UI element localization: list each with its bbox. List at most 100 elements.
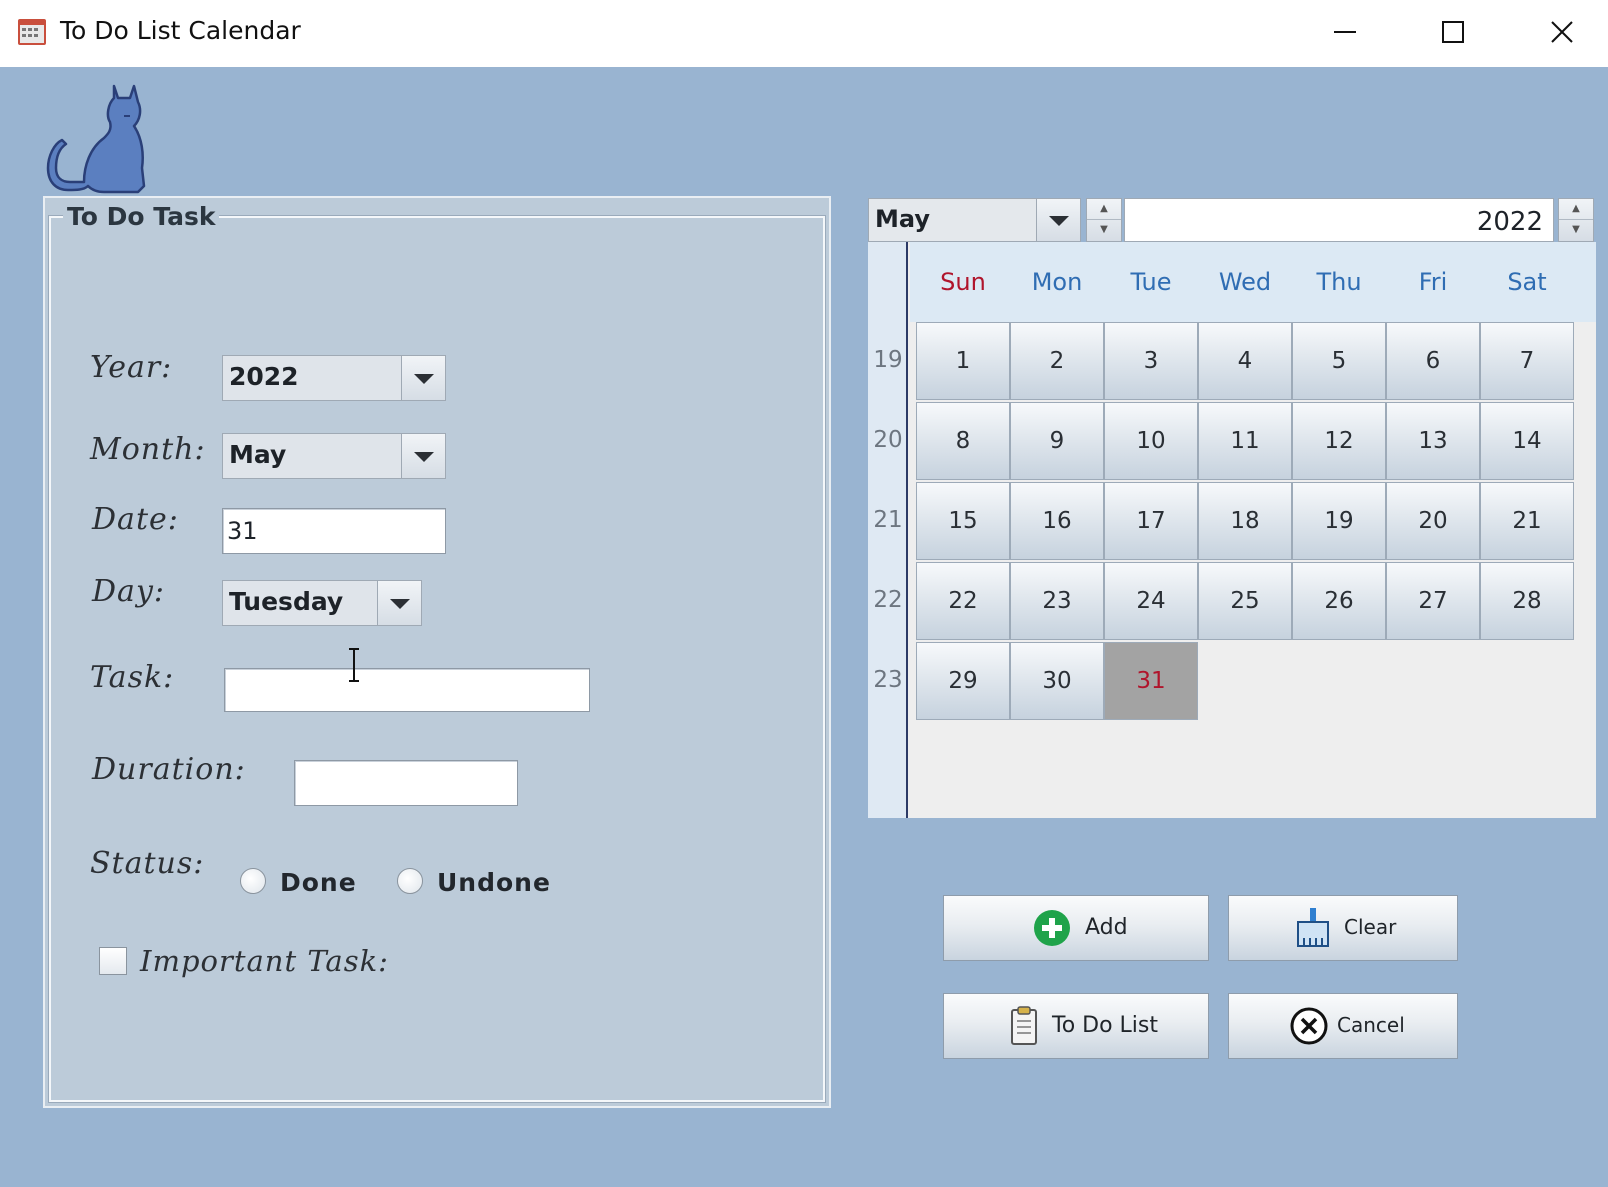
task-panel-title: To Do Task [63,202,220,231]
title-bar: To Do List Calendar [0,0,1608,67]
week-number: 22 [873,587,903,613]
status-label: Status: [90,846,205,881]
day-select[interactable]: Tuesday [222,580,422,626]
week-number: 21 [873,507,903,533]
add-button[interactable]: Add [943,895,1209,961]
day-button[interactable]: 23 [1010,562,1104,640]
chevron-down-icon[interactable] [401,356,445,400]
day-button[interactable]: 13 [1386,402,1480,480]
add-icon [1034,910,1070,946]
week-number: 19 [873,347,903,373]
day-of-week-label: Mon [1031,268,1083,296]
day-of-week-label: Fri [1418,268,1448,296]
cancel-icon [1290,1007,1328,1045]
spinner-down-icon[interactable]: ▼ [1087,220,1121,241]
task-label: Task: [90,660,175,695]
cancel-button[interactable]: Cancel [1228,993,1458,1059]
day-button[interactable]: 7 [1480,322,1574,400]
done-label[interactable]: Done [280,868,357,897]
day-button[interactable]: 10 [1104,402,1198,480]
cat-icon [44,82,156,194]
day-button[interactable]: 2 [1010,322,1104,400]
calendar-app-icon [17,16,47,46]
calendar-month-select[interactable]: May [868,198,1081,242]
day-of-week-label: Sat [1507,268,1547,296]
day-button[interactable]: 16 [1010,482,1104,560]
day-button[interactable]: 5 [1292,322,1386,400]
day-of-week-label: Sun [940,268,986,296]
add-label: Add [1085,915,1128,940]
day-button[interactable]: 22 [916,562,1010,640]
day-button[interactable]: 21 [1480,482,1574,560]
month-spinner[interactable]: ▲ ▼ [1086,198,1122,242]
month-select[interactable]: May [222,433,446,479]
day-button[interactable]: 14 [1480,402,1574,480]
date-label: Date: [92,502,179,537]
year-value: 2022 [229,362,299,391]
day-value: Tuesday [229,587,344,616]
task-field[interactable] [224,668,590,712]
day-label: Day: [92,574,165,609]
day-button[interactable]: 15 [916,482,1010,560]
day-button[interactable]: 30 [1010,642,1104,720]
spinner-down-icon[interactable]: ▼ [1559,220,1593,241]
day-button[interactable]: 18 [1198,482,1292,560]
maximize-button[interactable] [1418,10,1488,56]
day-button[interactable]: 1 [916,322,1010,400]
undone-radio[interactable] [397,868,423,894]
calendar-year-value: 2022 [1476,207,1543,237]
day-button[interactable]: 8 [916,402,1010,480]
clear-button[interactable]: Clear [1228,895,1458,961]
year-label: Year: [90,350,173,385]
day-button[interactable]: 28 [1480,562,1574,640]
close-button[interactable] [1527,10,1597,56]
todo-list-label: To Do List [1052,1013,1159,1038]
minimize-button[interactable] [1310,10,1380,56]
day-button[interactable]: 29 [916,642,1010,720]
cancel-label: Cancel [1337,1013,1405,1037]
day-of-week-label: Wed [1218,268,1272,296]
day-button[interactable]: 3 [1104,322,1198,400]
selected-day-button[interactable]: 31 [1104,642,1198,720]
chevron-down-icon[interactable] [1036,199,1080,241]
week-number: 23 [873,667,903,693]
date-value: 31 [227,517,258,545]
maximize-icon [1442,21,1464,43]
day-button[interactable]: 19 [1292,482,1386,560]
chevron-down-icon[interactable] [401,434,445,478]
broom-icon [1297,908,1329,947]
year-select[interactable]: 2022 [222,355,446,401]
date-field[interactable]: 31 [222,508,446,554]
minimize-icon [1334,31,1356,33]
day-of-week-label: Thu [1316,268,1362,296]
clear-label: Clear [1344,915,1397,939]
undone-label[interactable]: Undone [437,868,551,897]
spinner-up-icon[interactable]: ▲ [1559,199,1593,220]
day-button[interactable]: 6 [1386,322,1480,400]
day-button[interactable]: 25 [1198,562,1292,640]
day-button[interactable]: 17 [1104,482,1198,560]
day-button[interactable]: 4 [1198,322,1292,400]
close-icon [1551,21,1573,43]
chevron-down-icon[interactable] [377,581,421,625]
day-button[interactable]: 12 [1292,402,1386,480]
day-button[interactable]: 26 [1292,562,1386,640]
todo-list-button[interactable]: To Do List [943,993,1209,1059]
week-number: 20 [873,427,903,453]
spinner-up-icon[interactable]: ▲ [1087,199,1121,220]
done-radio[interactable] [240,868,266,894]
day-button[interactable]: 20 [1386,482,1480,560]
day-of-week-header: Sun Mon Tue Wed Thu Fri Sat [910,242,1596,322]
month-value: May [229,440,287,469]
duration-field[interactable] [294,760,518,806]
important-task-label: Important Task: [140,944,389,978]
important-task-checkbox[interactable] [99,947,127,975]
day-button[interactable]: 9 [1010,402,1104,480]
calendar-year-field[interactable]: 2022 [1124,198,1554,242]
day-button[interactable]: 27 [1386,562,1480,640]
day-button[interactable]: 24 [1104,562,1198,640]
month-label: Month: [90,432,206,467]
year-spinner[interactable]: ▲ ▼ [1558,198,1594,242]
day-button[interactable]: 11 [1198,402,1292,480]
text-cursor-icon [349,648,359,682]
